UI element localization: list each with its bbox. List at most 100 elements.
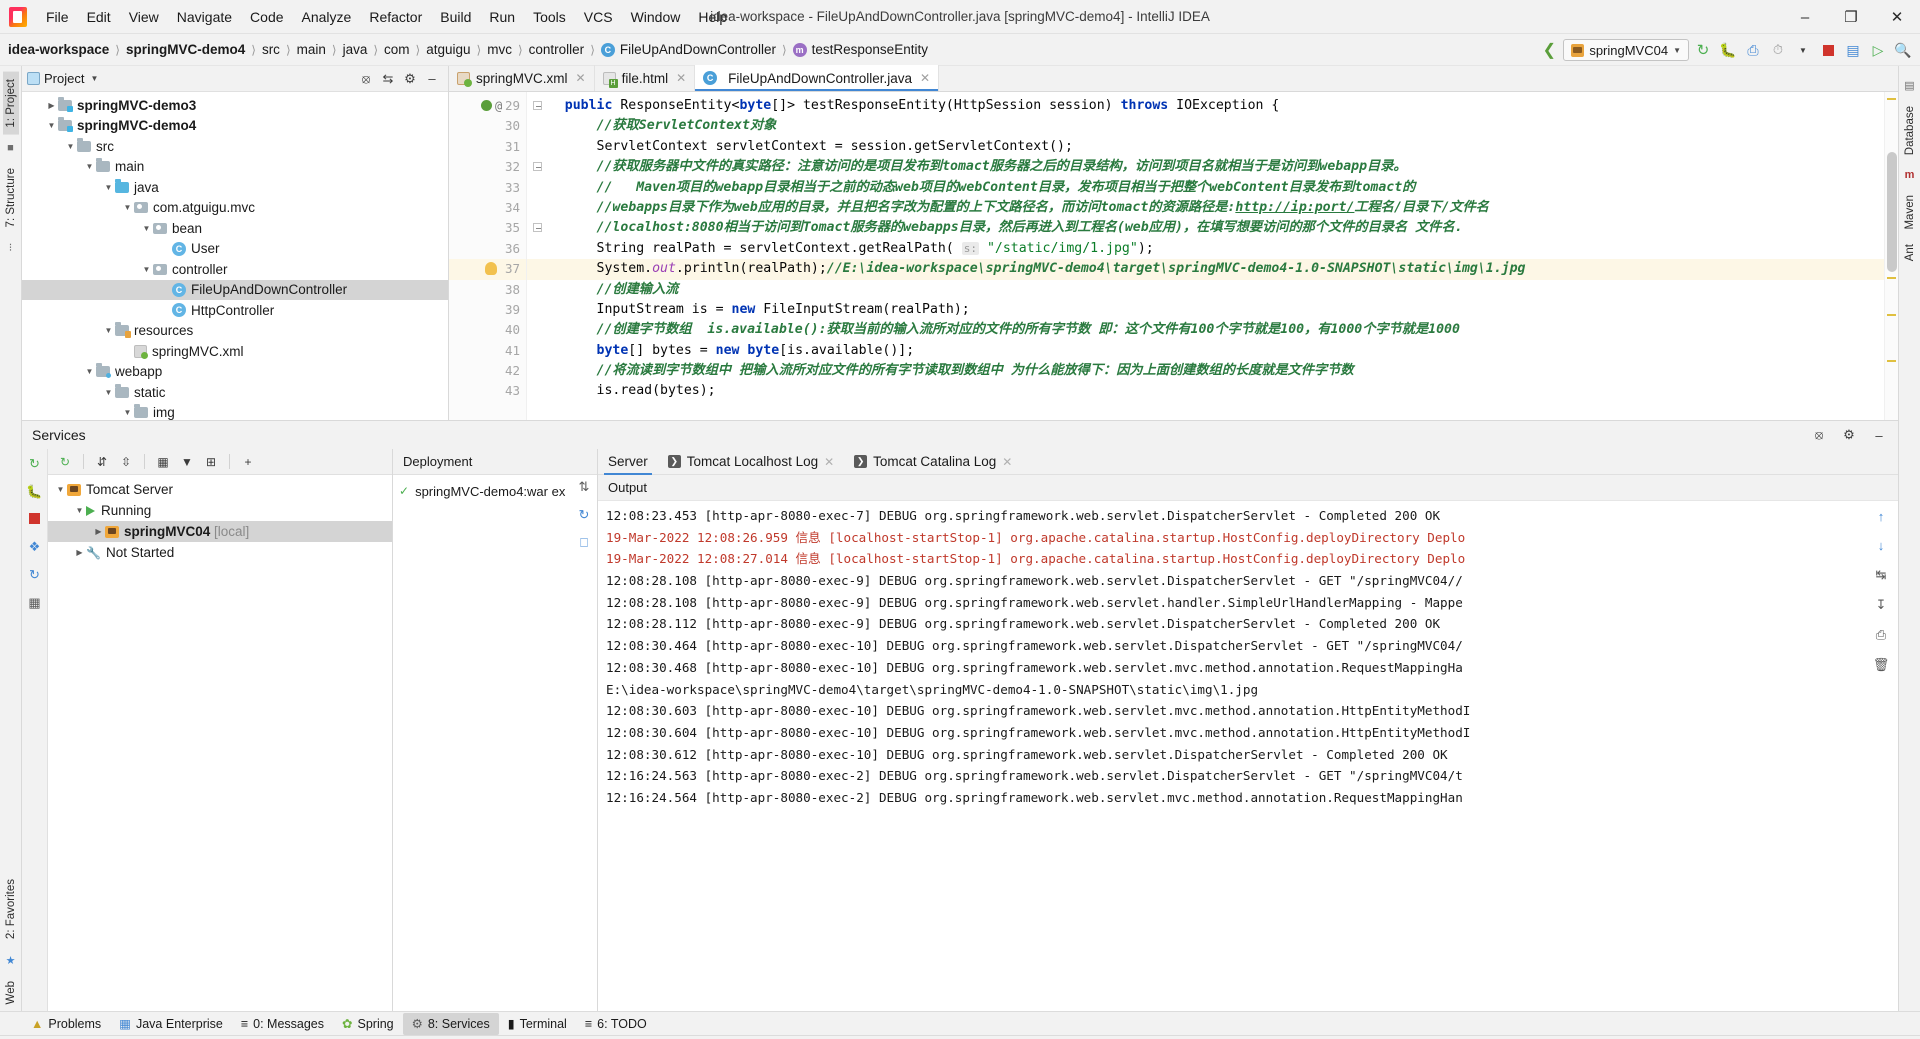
editor-tab-fileupanddowncontroller-java[interactable]: C FileUpAndDownController.java ✕ <box>695 65 940 91</box>
tree-toggle-icon[interactable]: ▼ <box>64 142 77 151</box>
editor-tab-file-html[interactable]: file.html ✕ <box>595 65 696 91</box>
project-tree[interactable]: ▶ springMVC-demo3 ▼ springMVC-demo4 ▼ src ▼ mai… <box>22 92 448 420</box>
menu-window[interactable]: Window <box>622 5 690 29</box>
tree-toggle-icon[interactable]: ▶ <box>159 306 172 315</box>
collapse-all-icon[interactable]: ⇆ <box>377 68 399 90</box>
code-line[interactable]: is.read(bytes); <box>527 381 1884 401</box>
rail-tab-database[interactable]: Database <box>1902 99 1918 162</box>
project-tree-item[interactable]: ▼ com.atguigu.mvc <box>22 198 448 219</box>
clear-all-icon[interactable]: 🗑 <box>1873 657 1890 673</box>
gear-icon[interactable]: ⚙ <box>1838 424 1860 446</box>
preview-icon[interactable]: ▷ <box>1867 39 1889 61</box>
line-number[interactable]: 33 <box>449 178 526 198</box>
tree-toggle-icon[interactable]: ▼ <box>54 485 67 494</box>
project-tree-item[interactable]: ▶ springMVC-demo3 <box>22 95 448 116</box>
breadcrumb-item-atguigu[interactable]: atguigu <box>426 42 470 57</box>
project-tree-item[interactable]: ▼ static <box>22 382 448 403</box>
add-tab-icon[interactable]: ⊞ <box>200 452 222 472</box>
breadcrumb-item-class[interactable]: C FileUpAndDownController <box>600 42 776 57</box>
grid-icon[interactable]: ⁝ <box>9 241 13 254</box>
coverage-icon[interactable]: ⎙ <box>1742 39 1764 61</box>
breadcrumb-item-main[interactable]: main <box>297 42 326 57</box>
hide-panel-icon[interactable]: – <box>1868 424 1890 446</box>
tree-toggle-icon[interactable]: ▼ <box>121 408 134 417</box>
scroll-up-icon[interactable]: ↑ <box>1878 509 1885 524</box>
menu-bar[interactable]: File Edit View Navigate Code Analyze Ref… <box>37 5 736 29</box>
group-icon[interactable]: ▦ <box>152 452 174 472</box>
line-number[interactable]: 30 <box>449 116 526 136</box>
menu-edit[interactable]: Edit <box>78 5 120 29</box>
intention-bulb-icon[interactable] <box>485 262 497 276</box>
line-number[interactable]: 34 <box>449 198 526 218</box>
menu-code[interactable]: Code <box>241 5 292 29</box>
window-controls[interactable]: – ❐ ✕ <box>1782 0 1920 34</box>
print-icon[interactable]: ⎙ <box>1876 627 1886 643</box>
project-tree-item[interactable]: ▼ img <box>22 403 448 420</box>
output-line[interactable]: 12:08:28.112 [http-apr-8080-exec-9] DEBU… <box>598 613 1864 635</box>
project-tree-item[interactable]: ▼ java <box>22 177 448 198</box>
profile-icon[interactable]: ⏱ <box>1767 39 1789 61</box>
menu-navigate[interactable]: Navigate <box>168 5 241 29</box>
menu-build[interactable]: Build <box>431 5 480 29</box>
filter-icon[interactable]: ▼ <box>176 452 198 472</box>
rail-tab-project[interactable]: 1: Project <box>2 72 19 135</box>
tree-toggle-icon[interactable]: ▶ <box>92 527 105 536</box>
code-line[interactable]: String realPath = servletContext.getReal… <box>527 239 1884 259</box>
run-gutter-icon[interactable] <box>481 100 492 111</box>
output-line[interactable]: 12:08:30.603 [http-apr-8080-exec-10] DEB… <box>598 700 1864 722</box>
code-line[interactable]: ServletContext servletContext = session.… <box>527 137 1884 157</box>
output-line[interactable]: 12:08:30.612 [http-apr-8080-exec-10] DEB… <box>598 744 1864 766</box>
build-icon[interactable]: ▤ <box>1842 39 1864 61</box>
restart-icon[interactable]: ↻ <box>29 567 40 583</box>
menu-view[interactable]: View <box>120 5 168 29</box>
search-icon[interactable]: 🔍 <box>1892 39 1914 61</box>
breadcrumb-item-controller[interactable]: controller <box>529 42 585 57</box>
menu-analyze[interactable]: Analyze <box>293 5 361 29</box>
tree-toggle-icon[interactable]: ▼ <box>140 265 153 274</box>
chevron-down-icon[interactable]: ▼ <box>90 74 98 83</box>
menu-run[interactable]: Run <box>480 5 524 29</box>
bookmark-icon[interactable]: ■ <box>7 142 14 154</box>
code-line[interactable]: System.out.println(realPath);//E:\idea-w… <box>527 259 1884 280</box>
toolwindow-services[interactable]: ⚙ 8: Services <box>402 1012 499 1035</box>
toolwindow-java-enterprise[interactable]: ▦ Java Enterprise <box>110 1013 232 1035</box>
project-tree-item[interactable]: ▶ springMVC.xml <box>22 341 448 362</box>
code-line[interactable]: //获取服务器中文件的真实路径：注意访问的是项目发布到tomact服务器之后的目… <box>527 157 1884 177</box>
code-line[interactable]: //webapps目录下作为web应用的目录，并且把名字改为配置的上下文路径名，… <box>527 198 1884 218</box>
tree-toggle-icon[interactable]: ▼ <box>45 121 58 130</box>
services-toolbar[interactable]: ↻ ⇵ ⇳ ▦ ▼ ⊞ + <box>48 449 392 475</box>
collapse-all-icon[interactable]: ⇳ <box>115 452 137 472</box>
tree-toggle-icon[interactable]: ▶ <box>45 101 58 110</box>
project-tree-item[interactable]: ▼ resources <box>22 321 448 342</box>
project-tree-item[interactable]: ▼ webapp <box>22 362 448 383</box>
breadcrumb-item-method[interactable]: m testResponseEntity <box>792 42 928 57</box>
tree-toggle-icon[interactable]: ▼ <box>102 326 115 335</box>
code-line[interactable]: //将流读到字节数组中 把输入流所对应文件的所有字节读取到数组中 为什么能放得下… <box>527 361 1884 381</box>
close-icon[interactable]: ✕ <box>1002 455 1012 469</box>
toolwindow-spring[interactable]: ✿ Spring <box>333 1013 403 1035</box>
scroll-down-icon[interactable]: ↓ <box>1878 538 1885 553</box>
menu-refactor[interactable]: Refactor <box>360 5 431 29</box>
rail-tab-favorites[interactable]: 2: Favorites <box>3 872 19 946</box>
rail-tab-web[interactable]: Web <box>3 974 19 1011</box>
line-number[interactable]: 39 <box>449 300 526 320</box>
code-line[interactable]: //localhost:8080相当于访问到Tomact服务器的webapps目… <box>527 218 1884 238</box>
output-line[interactable]: 19-Mar-2022 12:08:26.959 信息 [localhost-s… <box>598 527 1864 549</box>
menu-vcs[interactable]: VCS <box>575 5 622 29</box>
locate-target-icon[interactable]: ⦻ <box>355 68 377 90</box>
line-number[interactable]: 31 <box>449 137 526 157</box>
project-tree-item[interactable]: ▼ springMVC-demo4 <box>22 116 448 137</box>
expand-all-icon[interactable]: ⇵ <box>91 452 113 472</box>
output-line[interactable]: E:\idea-workspace\springMVC-demo4\target… <box>598 679 1864 701</box>
run-configuration-selector[interactable]: springMVC04 ▼ <box>1563 39 1689 61</box>
collapse-icon[interactable]: ⇅ <box>579 479 590 495</box>
code-editor[interactable]: 29 @30 31 32 33 34 35 36 37 38 39 40 41 42 43 public R… <box>449 92 1898 420</box>
tree-toggle-icon[interactable]: ▶ <box>73 548 86 557</box>
line-number[interactable]: 43 <box>449 381 526 401</box>
stop-icon[interactable] <box>1817 39 1839 61</box>
maven-letter-icon[interactable]: m <box>1905 169 1915 181</box>
line-number[interactable]: 40 <box>449 320 526 340</box>
deployment-artifact-row[interactable]: ✓ springMVC-demo4:war ex <box>393 481 597 501</box>
output-line[interactable]: 12:16:24.564 [http-apr-8080-exec-2] DEBU… <box>598 787 1864 809</box>
code-line[interactable]: // Maven项目的webapp目录相当于之前的动态web项目的webCont… <box>527 178 1884 198</box>
